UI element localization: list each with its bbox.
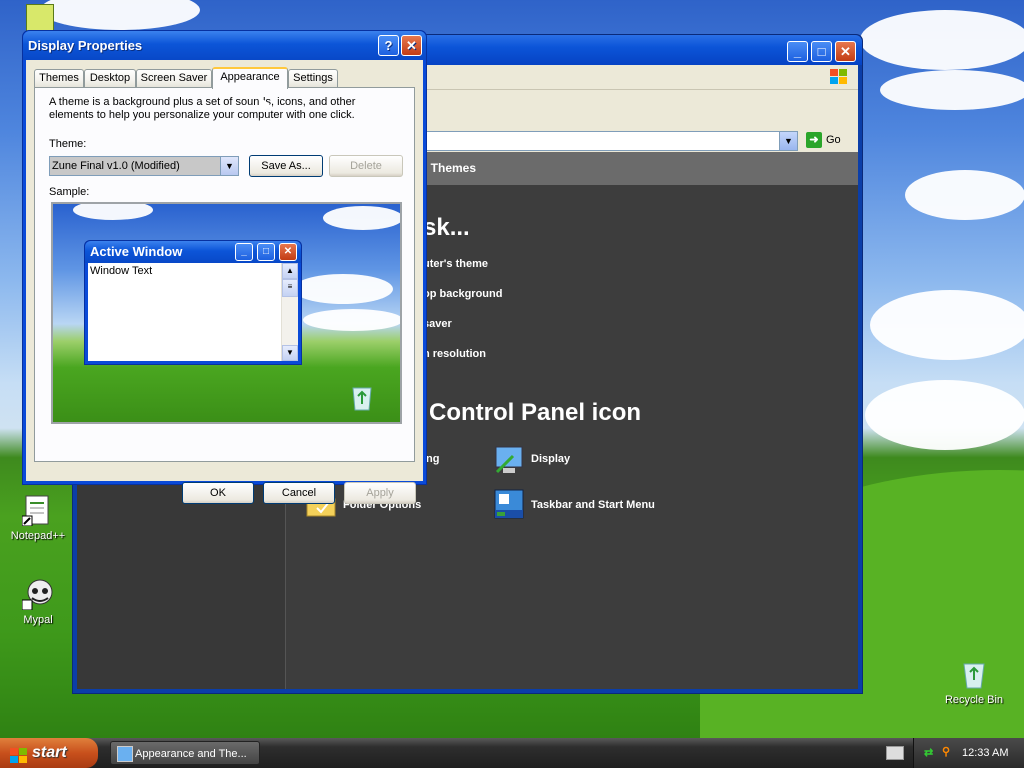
sample-window-body: Window Text ▲ ≡ ▼ [88,263,298,361]
minimize-button[interactable]: _ [787,41,808,62]
tab-settings[interactable]: Settings [288,69,338,87]
display-icon [117,746,133,762]
cloud [860,10,1024,70]
start-button[interactable]: start [0,738,98,768]
clock[interactable]: 12:33 AM [962,738,1008,768]
task-link-background[interactable]: op background [423,288,502,300]
cloud [303,309,400,331]
tab-themes[interactable]: Themes [34,69,84,87]
recycle-bin-icon [349,384,375,412]
tab-appearance[interactable]: Appearance [212,67,288,89]
maximize-icon: □ [257,243,275,261]
minimize-icon: _ [235,243,253,261]
cloud [293,274,393,304]
taskbar: start Appearance and The... ⇄ ⚲ 12:33 AM [0,738,1024,768]
sample-scrollbar: ▲ ≡ ▼ [281,263,298,361]
sample-window-titlebar: Active Window _ □ ✕ [85,241,301,263]
cloud [870,290,1024,360]
desktop-icon-label: Recycle Bin [944,694,1004,706]
scroll-thumb: ≡ [282,279,298,297]
start-label: start [32,744,67,761]
scroll-up-icon: ▲ [282,263,298,279]
windows-flag-icon [10,745,28,763]
display-link[interactable]: Display [531,453,570,465]
cloud [880,70,1024,110]
cloud [40,0,200,30]
sample-preview: Active Window _ □ ✕ Window Text ▲ ≡ ▼ [51,202,402,424]
cloud [323,206,400,230]
apply-button[interactable]: Apply [344,482,416,504]
sample-window-title: Active Window [90,244,183,259]
help-button[interactable]: ? [378,35,399,56]
dialog-titlebar[interactable]: Display Properties ? ✕ [23,31,426,60]
dialog-title: Display Properties [28,38,143,53]
desktop-icon-recycle-bin[interactable]: Recycle Bin [939,658,1009,706]
display-properties-dialog: Display Properties ? ✕ Themes Desktop Sc… [22,30,427,504]
close-button[interactable]: ✕ [835,41,856,62]
sample-active-window: Active Window _ □ ✕ Window Text ▲ ≡ ▼ [84,240,302,365]
ok-button[interactable]: OK [182,482,254,504]
desktop-icon-notepadpp[interactable]: Notepad++ [3,494,73,542]
cloud [905,170,1024,220]
desktop-icon-label: Notepad++ [10,530,66,542]
taskbar-icon[interactable] [493,488,525,520]
close-icon: ✕ [279,243,297,261]
display-icon[interactable] [493,444,525,476]
chevron-down-icon[interactable]: ▼ [220,157,238,175]
tab-desktop[interactable]: Desktop [84,69,136,87]
go-label: Go [826,134,841,146]
sample-label: Sample: [49,186,90,198]
taskbar-button-label: Appearance and The... [135,748,247,760]
recycle-bin-icon [958,658,990,690]
chevron-down-icon[interactable]: ▼ [779,131,798,151]
task-link-screensaver[interactable]: saver [423,318,452,330]
scroll-down-icon: ▼ [282,345,298,361]
desktop-icon-label: Mypal [23,614,53,626]
go-arrow-icon: ➜ [806,132,822,149]
theme-select[interactable]: Zune Final v1.0 (Modified) ▼ [49,156,239,176]
close-button[interactable]: ✕ [401,35,422,56]
system-tray: ⇄ ⚲ 12:33 AM [913,738,1024,768]
network-icon[interactable]: ⇄ [924,746,938,760]
maximize-button[interactable]: □ [811,41,832,62]
windows-flag-icon [828,67,850,87]
taskbar-button-appearance[interactable]: Appearance and The... [110,741,260,765]
tab-panel: A theme is a background plus a set of so… [34,87,415,462]
mypal-icon [21,578,54,611]
cloud [865,380,1024,450]
dialog-body: Themes Desktop Screen Saver Appearance S… [26,60,423,504]
task-link-theme[interactable]: uter's theme [423,258,488,270]
desktop-icon-mypal[interactable]: Mypal [3,578,73,626]
pick-task-heading: sk... [423,214,470,241]
task-link-resolution[interactable]: n resolution [423,348,486,360]
theme-description: A theme is a background plus a set of so… [49,96,356,121]
save-as-button[interactable]: Save As... [249,155,323,177]
tab-screen-saver[interactable]: Screen Saver [136,69,212,87]
partial-desktop-icon[interactable] [26,4,54,32]
delete-button[interactable]: Delete [329,155,403,177]
taskbar-start-link[interactable]: Taskbar and Start Menu [531,499,655,511]
pick-icon-heading: Control Panel icon [429,399,642,426]
keyboard-icon[interactable] [886,746,904,760]
go-button[interactable]: ➜ Go [806,130,850,150]
theme-select-value: Zune Final v1.0 (Modified) [52,160,180,172]
search-icon[interactable]: ⚲ [942,745,956,759]
cloud [73,204,153,220]
sample-window-text: Window Text [90,265,153,277]
cancel-button[interactable]: Cancel [263,482,335,504]
theme-label: Theme: [49,138,87,150]
notepadpp-icon [21,494,54,527]
